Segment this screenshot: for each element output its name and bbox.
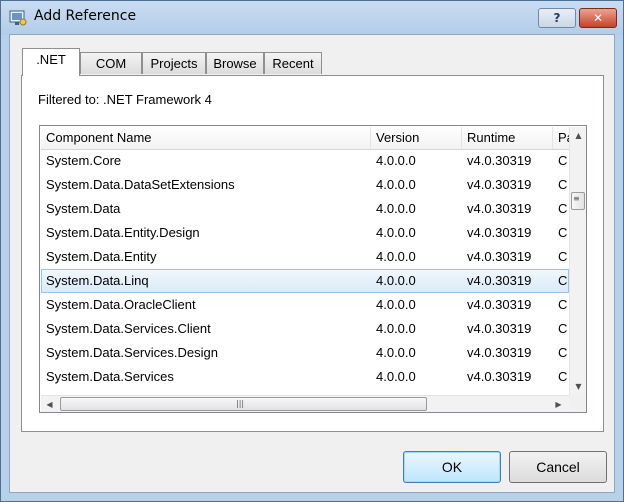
list-item[interactable]: System.Data 4.0.0.0 v4.0.30319 C (41, 197, 569, 221)
component-runtime: v4.0.30319 (467, 369, 532, 384)
list-item[interactable]: System.Core 4.0.0.0 v4.0.30319 C (41, 149, 569, 173)
component-version: 4.0.0.0 (376, 321, 416, 336)
component-name: System.Data.Entity.Design (46, 225, 200, 240)
window-title: Add Reference (34, 8, 137, 24)
tab-panel-dotnet: Filtered to: .NET Framework 4 Component … (21, 75, 604, 432)
component-name: System.Data.Services (46, 369, 174, 384)
component-runtime: v4.0.30319 (467, 345, 532, 360)
filter-label: Filtered to: .NET Framework 4 (38, 92, 212, 107)
vertical-scrollbar[interactable]: ▲ ≡ ▼ (569, 127, 586, 395)
component-name: System.Data.Linq (46, 273, 149, 288)
scrollbar-corner (569, 395, 586, 412)
tab-projects[interactable]: Projects (142, 52, 206, 74)
add-reference-app-icon (9, 10, 27, 26)
component-name: System.Data.DataSetExtensions (46, 177, 235, 192)
component-version: 4.0.0.0 (376, 369, 416, 384)
list-item[interactable]: System.Data.Services.Design 4.0.0.0 v4.0… (41, 341, 569, 365)
component-runtime: v4.0.30319 (467, 201, 532, 216)
component-version: 4.0.0.0 (376, 345, 416, 360)
component-list[interactable]: Component Name Version Runtime Pa System… (39, 125, 587, 413)
component-name: System.Data.OracleClient (46, 297, 196, 312)
list-item[interactable]: System.Data.Entity 4.0.0.0 v4.0.30319 C (41, 245, 569, 269)
component-name: System.Data (46, 201, 121, 216)
add-reference-dialog: Add Reference ? ✕ .NET COM Projects Brow… (0, 0, 624, 502)
list-item[interactable]: System.Data.DataSetExtensions 4.0.0.0 v4… (41, 173, 569, 197)
scroll-left-arrow-icon[interactable]: ◀ (41, 396, 58, 412)
title-bar[interactable]: Add Reference ? ✕ (1, 1, 623, 35)
component-runtime: v4.0.30319 (467, 321, 532, 336)
scroll-right-arrow-icon[interactable]: ▶ (550, 396, 567, 412)
component-runtime: v4.0.30319 (467, 297, 532, 312)
column-header-runtime[interactable]: Runtime (462, 127, 553, 149)
component-runtime: v4.0.30319 (467, 153, 532, 168)
list-item[interactable]: System.Data.Entity.Design 4.0.0.0 v4.0.3… (41, 221, 569, 245)
help-button[interactable]: ? (538, 8, 576, 28)
close-button[interactable]: ✕ (579, 8, 617, 28)
column-header-version[interactable]: Version (371, 127, 462, 149)
tab-browse[interactable]: Browse (206, 52, 264, 74)
component-version: 4.0.0.0 (376, 297, 416, 312)
tab-com[interactable]: COM (80, 52, 142, 74)
list-item[interactable]: System.Data.OracleClient 4.0.0.0 v4.0.30… (41, 293, 569, 317)
scroll-up-arrow-icon[interactable]: ▲ (570, 127, 586, 144)
component-version: 4.0.0.0 (376, 201, 416, 216)
tab-recent[interactable]: Recent (264, 52, 322, 74)
component-name: System.Data.Services.Client (46, 321, 211, 336)
list-header: Component Name Version Runtime Pa (41, 127, 573, 150)
component-name: System.Data.Entity (46, 249, 157, 264)
component-runtime: v4.0.30319 (467, 225, 532, 240)
component-version: 4.0.0.0 (376, 273, 416, 288)
component-runtime: v4.0.30319 (467, 273, 532, 288)
vertical-scroll-thumb[interactable]: ≡ (571, 192, 585, 210)
component-version: 4.0.0.0 (376, 225, 416, 240)
list-item[interactable]: System.Data.Services.Client 4.0.0.0 v4.0… (41, 317, 569, 341)
tab-dotnet[interactable]: .NET (22, 48, 80, 76)
list-item-selected[interactable]: System.Data.Linq 4.0.0.0 v4.0.30319 C (41, 269, 569, 293)
grip-icon: ≡ (573, 194, 580, 203)
horizontal-scroll-thumb[interactable]: ||| (60, 397, 427, 411)
ok-button[interactable]: OK (403, 451, 501, 483)
grip-icon: ||| (236, 399, 245, 408)
component-version: 4.0.0.0 (376, 249, 416, 264)
component-version: 4.0.0.0 (376, 177, 416, 192)
component-runtime: v4.0.30319 (467, 177, 532, 192)
list-item[interactable]: System.Data.Services 4.0.0.0 v4.0.30319 … (41, 365, 569, 389)
component-version: 4.0.0.0 (376, 153, 416, 168)
horizontal-scrollbar[interactable]: ◀ ||| ▶ (41, 395, 569, 412)
component-runtime: v4.0.30319 (467, 249, 532, 264)
component-name: System.Data.Services.Design (46, 345, 218, 360)
dialog-body: .NET COM Projects Browse Recent Filtered… (9, 34, 615, 493)
column-header-component-name[interactable]: Component Name (41, 127, 371, 149)
scroll-down-arrow-icon[interactable]: ▼ (570, 378, 586, 395)
component-name: System.Core (46, 153, 122, 168)
cancel-button[interactable]: Cancel (509, 451, 607, 483)
